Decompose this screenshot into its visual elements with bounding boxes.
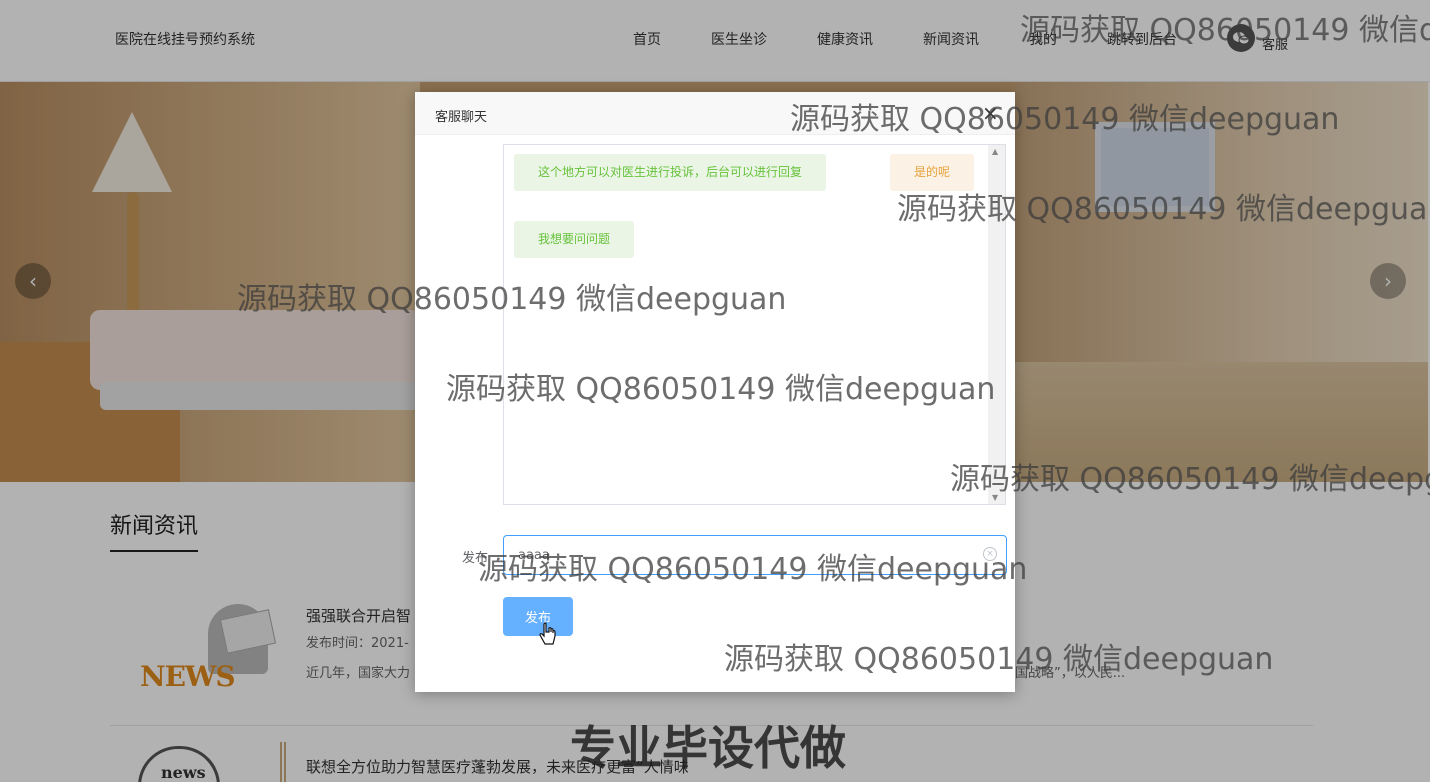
- chat-dialog: 客服聊天 × 这个地方可以对医生进行投诉，后台可以进行回复 是的呢 我想要问问题…: [415, 92, 1015, 692]
- dialog-header: 客服聊天 ×: [415, 92, 1015, 135]
- chat-message: 是的呢: [890, 154, 975, 191]
- scroll-down-icon[interactable]: ▼: [992, 493, 998, 502]
- message-input-label: 发布: [462, 551, 489, 566]
- message-input[interactable]: [503, 535, 1007, 575]
- dialog-title: 客服聊天: [435, 110, 488, 125]
- chat-scrollbar[interactable]: ▲ ▼: [988, 145, 1005, 504]
- close-icon[interactable]: ×: [982, 103, 999, 123]
- chat-message: 我想要问问题: [514, 221, 635, 258]
- hand-cursor-icon: [538, 622, 558, 654]
- scroll-up-icon[interactable]: ▲: [992, 147, 998, 156]
- clear-icon[interactable]: ×: [983, 547, 997, 561]
- chat-message-list[interactable]: 这个地方可以对医生进行投诉，后台可以进行回复 是的呢 我想要问问题 ▲ ▼: [503, 144, 1006, 505]
- chat-message: 这个地方可以对医生进行投诉，后台可以进行回复: [514, 154, 827, 191]
